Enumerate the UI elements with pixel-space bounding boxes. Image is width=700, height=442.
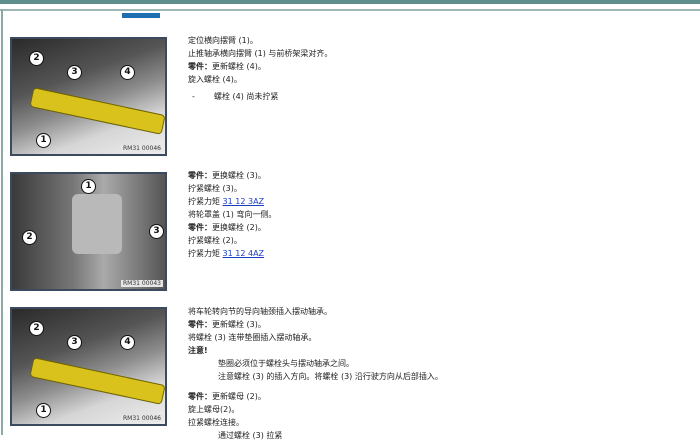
- bullet-item: - 螺栓 (4) 尚未拧紧: [192, 92, 279, 101]
- note-label: 注意!: [188, 346, 208, 355]
- figure-caption: RM31 00046: [121, 145, 163, 152]
- instruction: 止推轴承横向摆臂 (1) 与前桥架梁对齐。: [188, 49, 333, 58]
- callout-4: 4: [120, 335, 135, 350]
- instruction: 零件：更新螺母 (2)。: [188, 392, 266, 401]
- instruction: 将车轮转向节的导向轴颈插入摆动轴承。: [188, 307, 332, 316]
- step2-text: 零件：更换螺栓 (3)。 拧紧螺栓 (3)。 拧紧力矩 31 12 3AZ 将轮…: [188, 169, 276, 260]
- instruction: 拧紧力矩 31 12 4AZ: [188, 249, 265, 258]
- callout-1: 1: [81, 179, 96, 194]
- instruction: 零件：更换螺栓 (2)。: [188, 223, 266, 232]
- header-divider: [0, 9, 700, 11]
- figure-control-arm-2: 2 3 4 1 RM31 00046: [10, 307, 167, 426]
- instruction: 拧紧力矩 31 12 3AZ: [188, 197, 265, 206]
- instruction: 拧紧螺栓 (2)。: [188, 236, 242, 245]
- note-text: 注意螺栓 (3) 的插入方向。将螺栓 (3) 沿行驶方向从后部插入。: [218, 372, 443, 381]
- torque-link[interactable]: 31 12 4AZ: [223, 249, 265, 258]
- instruction: 拧紧螺栓 (3)。: [188, 184, 242, 193]
- instruction: 将螺栓 (3) 连带垫圈插入摆动轴承。: [188, 333, 317, 342]
- instruction: 旋入螺栓 (4)。: [188, 75, 242, 84]
- callout-4: 4: [120, 65, 135, 80]
- parts-label: 零件：: [188, 62, 212, 71]
- instruction: 将轮罩盖 (1) 弯向一侧。: [188, 210, 277, 219]
- control-arm-highlight: [29, 357, 165, 405]
- instruction: 旋上螺母(2)。: [188, 405, 240, 414]
- left-border: [1, 9, 3, 435]
- figure-control-arm: 2 3 4 1 RM31 00046: [10, 37, 167, 156]
- figure-caption: RM31 00043: [121, 280, 163, 287]
- callout-1: 1: [36, 403, 51, 418]
- callout-3: 3: [149, 224, 164, 239]
- callout-2: 2: [29, 51, 44, 66]
- instruction: 通过螺栓 (3) 拉紧: [218, 431, 283, 440]
- instruction: 零件：更新螺栓 (3)。: [188, 320, 266, 329]
- note-text: 垫圈必须位于螺栓头与摆动轴承之间。: [218, 359, 354, 368]
- instruction: 拉紧螺栓连接。: [188, 418, 244, 427]
- step1-text: 定位横向摆臂 (1)。 止推轴承横向摆臂 (1) 与前桥架梁对齐。 零件：更新螺…: [188, 34, 332, 103]
- callout-3: 3: [67, 65, 82, 80]
- instruction: 零件：更换螺栓 (3)。: [188, 171, 266, 180]
- bracket-shape: [72, 194, 122, 254]
- top-bar: [0, 0, 700, 4]
- callout-2: 2: [22, 230, 37, 245]
- control-arm-highlight: [29, 87, 165, 135]
- active-tab-indicator[interactable]: [122, 13, 160, 18]
- callout-1: 1: [36, 133, 51, 148]
- figure-caption: RM31 00046: [121, 415, 163, 422]
- torque-link[interactable]: 31 12 3AZ: [223, 197, 265, 206]
- callout-2: 2: [29, 321, 44, 336]
- instruction: 零件：更新螺栓 (4)。: [188, 62, 266, 71]
- callout-3: 3: [67, 335, 82, 350]
- figure-wheel-housing: 1 2 3 RM31 00043: [10, 172, 167, 291]
- instruction: 定位横向摆臂 (1)。: [188, 36, 258, 45]
- step3-text: 将车轮转向节的导向轴颈插入摆动轴承。 零件：更新螺栓 (3)。 将螺栓 (3) …: [188, 305, 443, 442]
